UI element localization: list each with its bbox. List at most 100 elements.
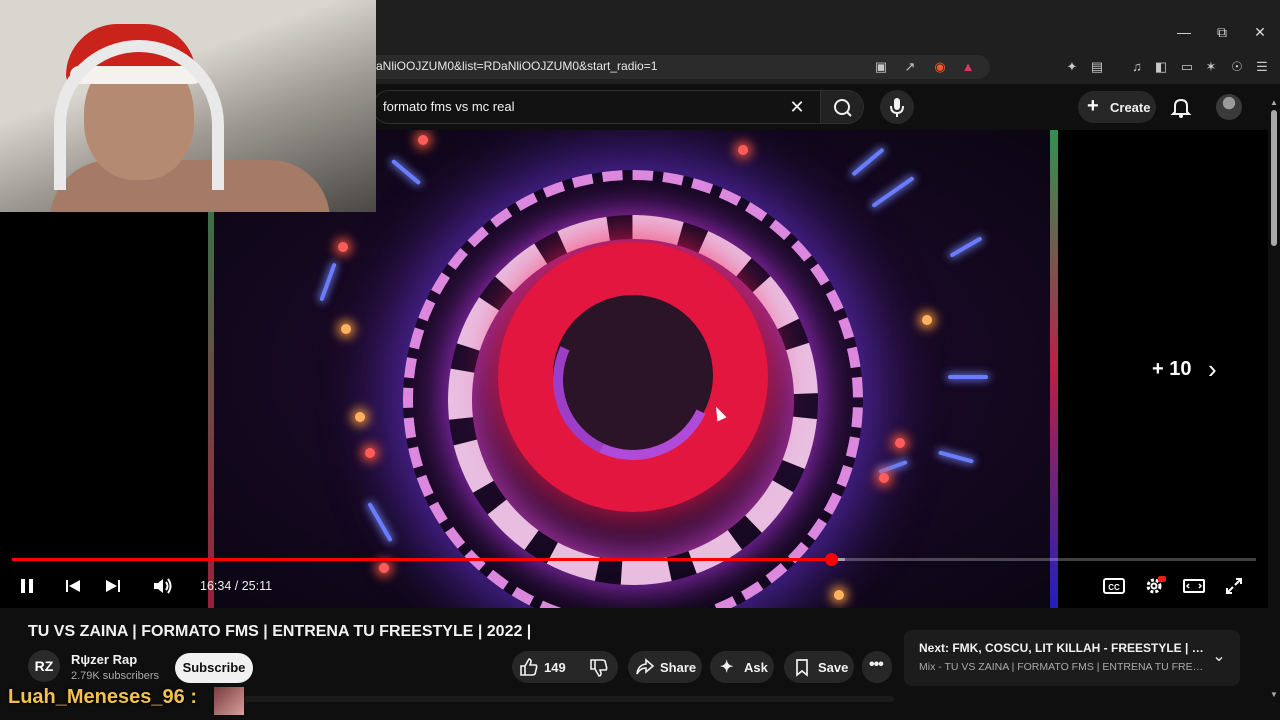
gear-icon [1146,576,1166,594]
search-button[interactable] [820,90,864,124]
more-horizontal-icon: ••• [869,656,884,673]
sidebar-icon[interactable]: ◧ [1151,57,1171,77]
address-bar[interactable]: aNliOOJZUM0&list=RDaNliOOJZUM0&start_rad… [360,55,990,79]
next-video-playlist: Mix - TU VS ZAINA | FORMATO FMS | ENTREN… [919,661,1209,673]
brave-shield-icon[interactable]: ◉ [930,57,950,77]
frame-edge [1050,130,1058,608]
light-streak [851,147,885,177]
ask-button[interactable]: ✦ Ask [710,651,774,683]
light-dot [355,412,365,422]
progress-scrubber[interactable] [824,553,838,566]
screenshot-icon[interactable]: ▤ [1087,57,1107,77]
brave-rewards-icon[interactable]: ▲ [958,57,978,77]
light-dot [341,324,351,334]
light-streak [948,375,988,379]
bell-icon [1170,98,1192,118]
wallet-icon[interactable]: ▭ [1177,57,1197,77]
extensions-icon[interactable]: ✦ [1062,57,1082,77]
dislike-button[interactable] [588,651,618,683]
restore-icon[interactable]: ⧉ [1210,20,1234,44]
sparkle-icon: ✦ [720,659,734,676]
settings-button[interactable] [1141,574,1167,598]
account-avatar[interactable] [1216,94,1242,120]
microphone-icon [890,98,904,117]
subscribe-button[interactable]: Subscribe [175,653,253,683]
more-actions-button[interactable]: ••• [862,651,892,683]
light-streak [367,501,393,543]
channel-name[interactable]: Rψzer Rap [71,652,137,667]
save-label: Save [818,660,849,675]
scroll-up-arrow-icon[interactable]: ▲ [1269,98,1279,108]
like-count: 149 [544,660,566,675]
skip-next-icon [106,580,120,592]
time-display: 16:34 / 25:11 [200,579,273,593]
light-streak [878,459,908,475]
notifications-button[interactable] [1168,94,1194,120]
light-streak [871,176,915,208]
share-icon[interactable]: ↗ [900,57,920,77]
screen: — ⧉ ✕ aNliOOJZUM0&list=RDaNliOOJZUM0&sta… [0,0,1280,720]
chevron-right-icon[interactable]: › [1208,356,1217,382]
clear-search-icon[interactable]: ✕ [786,96,808,118]
progress-fill [12,558,831,561]
url-text: aNliOOJZUM0&list=RDaNliOOJZUM0&start_rad… [376,59,658,73]
create-button[interactable]: + Create [1078,91,1156,123]
light-dot [738,145,748,155]
music-icon[interactable]: ♫ [1127,57,1147,77]
like-button[interactable]: 149 [512,651,574,683]
theater-mode-button[interactable] [1181,574,1207,598]
subscriber-count: 2.79K subscribers [71,670,160,682]
light-dot [338,242,348,252]
captions-button[interactable]: CC [1101,574,1127,598]
leo-ai-icon[interactable]: ✶ [1201,57,1221,77]
up-next-card[interactable]: Next: FMK, COSCU, LIT KILLAH - FREESTYLE… [904,630,1240,686]
skip-forward-badge[interactable]: + 10 [1152,358,1191,381]
pause-button[interactable] [14,574,40,598]
channel-avatar[interactable]: RZ [28,650,60,682]
previous-button[interactable] [60,574,86,598]
scroll-down-arrow-icon[interactable]: ▼ [1269,690,1279,700]
light-dot [834,590,844,600]
webcam-overlay [0,0,376,212]
save-button[interactable]: Save [784,651,854,683]
plus-icon: + [1087,95,1099,117]
progress-bar[interactable] [12,553,1256,566]
vpn-icon[interactable]: ☉ [1227,57,1247,77]
scrollbar-thumb[interactable] [1271,110,1277,246]
svg-text:CC: CC [1108,583,1120,592]
search-query: formato fms vs mc real [383,99,515,114]
closed-captions-icon: CC [1103,578,1125,594]
minimize-icon[interactable]: — [1172,20,1196,44]
pause-icon [21,579,33,593]
volume-icon [154,578,172,594]
theater-mode-icon [1183,579,1205,593]
create-label: Create [1110,100,1151,115]
light-streak [319,262,337,302]
chevron-down-icon[interactable]: ⌄ [1208,646,1230,668]
fullscreen-icon [1226,578,1242,594]
menu-icon[interactable]: ☰ [1252,57,1272,77]
fullscreen-button[interactable] [1221,574,1247,598]
share-arrow-icon [636,658,655,675]
page-scrollbar[interactable] [1268,96,1280,720]
share-button[interactable]: Share [628,651,702,683]
light-streak [938,450,974,464]
share-label: Share [660,660,697,675]
next-button[interactable] [100,574,126,598]
light-dot [365,448,375,458]
light-streak [949,236,983,258]
chat-emote-image [214,687,244,715]
light-dot [895,438,905,448]
thumbs-up-icon [520,658,538,676]
stream-overlay-bar [244,696,894,702]
volume-button[interactable] [150,574,176,598]
search-icon [834,99,852,117]
search-input[interactable]: formato fms vs mc real [372,90,820,124]
thumbs-down-icon [590,659,608,677]
light-streak [390,158,422,186]
light-dot [879,473,889,483]
close-window-icon[interactable]: ✕ [1248,20,1272,44]
cast-icon[interactable]: ▣ [871,57,891,77]
voice-search-button[interactable] [880,90,914,124]
light-dot [418,135,428,145]
